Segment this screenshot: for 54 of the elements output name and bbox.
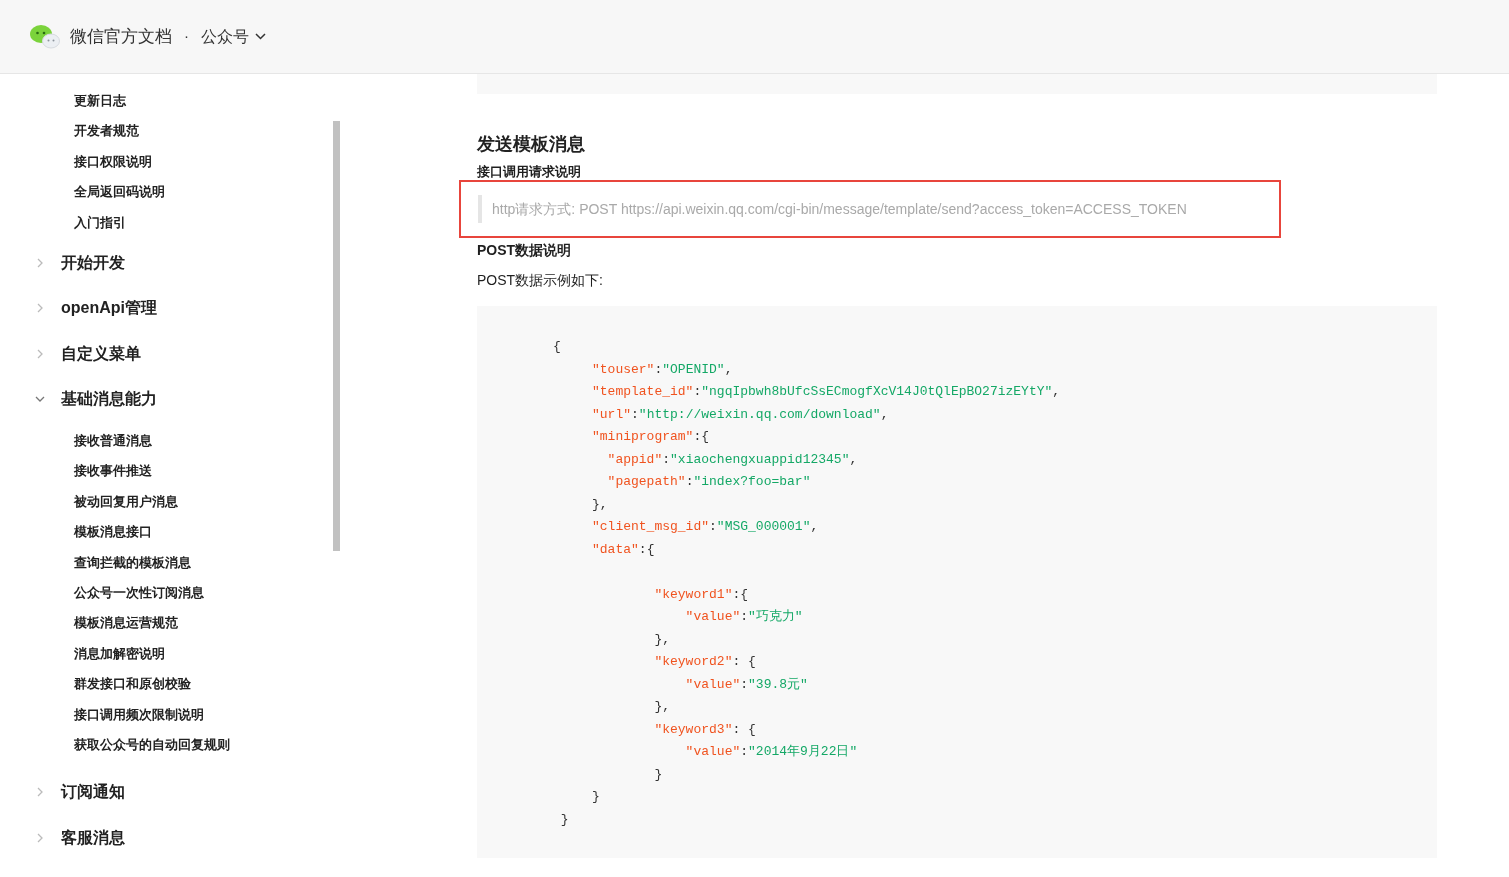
code-line: "keyword1":{ [653, 586, 749, 602]
sidebar-link[interactable]: 公众号一次性订阅消息 [74, 578, 204, 609]
sidebar-link[interactable]: 消息加解密说明 [74, 638, 165, 670]
request-note: http请求方式: POST https://api.weixin.qq.com/cgi-bin/message/template/send?access_token=ACCESS_TOKEN [492, 201, 1187, 217]
subheading: 接口调用请求说明 [477, 164, 582, 180]
sidebar-group[interactable]: 订阅通知 [61, 780, 125, 805]
code-line: } [559, 811, 569, 827]
sidebar-group[interactable]: 客服消息 [61, 825, 125, 850]
chat-bubbles-icon [30, 23, 60, 50]
code-line: "value":"巧克力" [684, 609, 803, 624]
sidebar-link[interactable]: 群发接口和原创校验 [74, 669, 191, 700]
sidebar-group[interactable]: 开始开发 [61, 250, 125, 275]
sidebar-link[interactable]: 开发者规范 [74, 116, 139, 147]
section-heading: 发送模板消息 [477, 133, 586, 156]
sidebar-link[interactable]: 获取公众号的自动回复规则 [74, 730, 230, 761]
sidebar-link[interactable]: 接收普通消息 [74, 426, 152, 457]
site-title[interactable]: 微信官方文档 [70, 23, 172, 50]
sidebar-group[interactable]: 自定义菜单 [61, 341, 141, 366]
sidebar-group[interactable]: 基础消息能力 [61, 387, 157, 412]
chevron-down-icon [255, 33, 266, 40]
code-line: } [591, 789, 600, 804]
code-line: { [553, 339, 561, 354]
sidebar-link[interactable]: 入门指引 [74, 207, 126, 239]
code-line: "miniprogram":{ [591, 429, 710, 444]
sidebar-link[interactable]: 更新日志 [74, 86, 126, 117]
code-line: "data":{ [591, 541, 655, 557]
code-line: "client_msg_id":"MSG_000001", [591, 519, 819, 534]
sidebar-link[interactable]: 模板消息接口 [74, 517, 152, 548]
code-line: "value":"39.8元" [684, 676, 808, 692]
sidebar-link[interactable]: 接收事件推送 [74, 456, 152, 487]
code-line: "keyword2": { [653, 654, 756, 669]
sidebar-group[interactable]: openApi管理 [61, 296, 157, 321]
code-line: "url":"http://weixin.qq.com/download", [591, 406, 889, 422]
sidebar-link[interactable]: 接口权限说明 [74, 146, 152, 178]
paragraph: POST数据示例如下: [477, 271, 604, 290]
code-line: }, [653, 631, 671, 647]
sidebar-link[interactable]: 查询拦截的模板消息 [74, 547, 191, 579]
sidebar-link[interactable]: 模板消息运营规范 [74, 608, 178, 639]
code-line: "keyword3": { [653, 721, 756, 737]
sidebar-link[interactable]: 全局返回码说明 [74, 177, 165, 208]
code-line: "pagepath":"index?foo=bar" [606, 474, 811, 489]
code-line: "value":"2014年9月22日" [684, 744, 858, 759]
code-line: "appid":"xiaochengxuappid12345", [606, 451, 858, 467]
code-line: } [653, 766, 663, 782]
scrollbar-thumb[interactable] [333, 121, 340, 551]
code-line: }, [591, 496, 608, 512]
sidebar-link[interactable]: 接口调用频次限制说明 [74, 699, 204, 731]
code-line: "template_id":"ngqIpbwh8bUfcSsECmogfXcV14J0tQlEpBO27izEYtY", [591, 384, 1061, 399]
subheading: POST数据说明 [477, 241, 573, 260]
sidebar-link[interactable]: 被动回复用户消息 [74, 486, 178, 518]
code-line: }, [653, 699, 671, 714]
section-dropdown[interactable]: 公众号 [201, 24, 266, 49]
code-line: "touser":"OPENID", [591, 361, 733, 377]
separator-dot: · [184, 26, 189, 47]
